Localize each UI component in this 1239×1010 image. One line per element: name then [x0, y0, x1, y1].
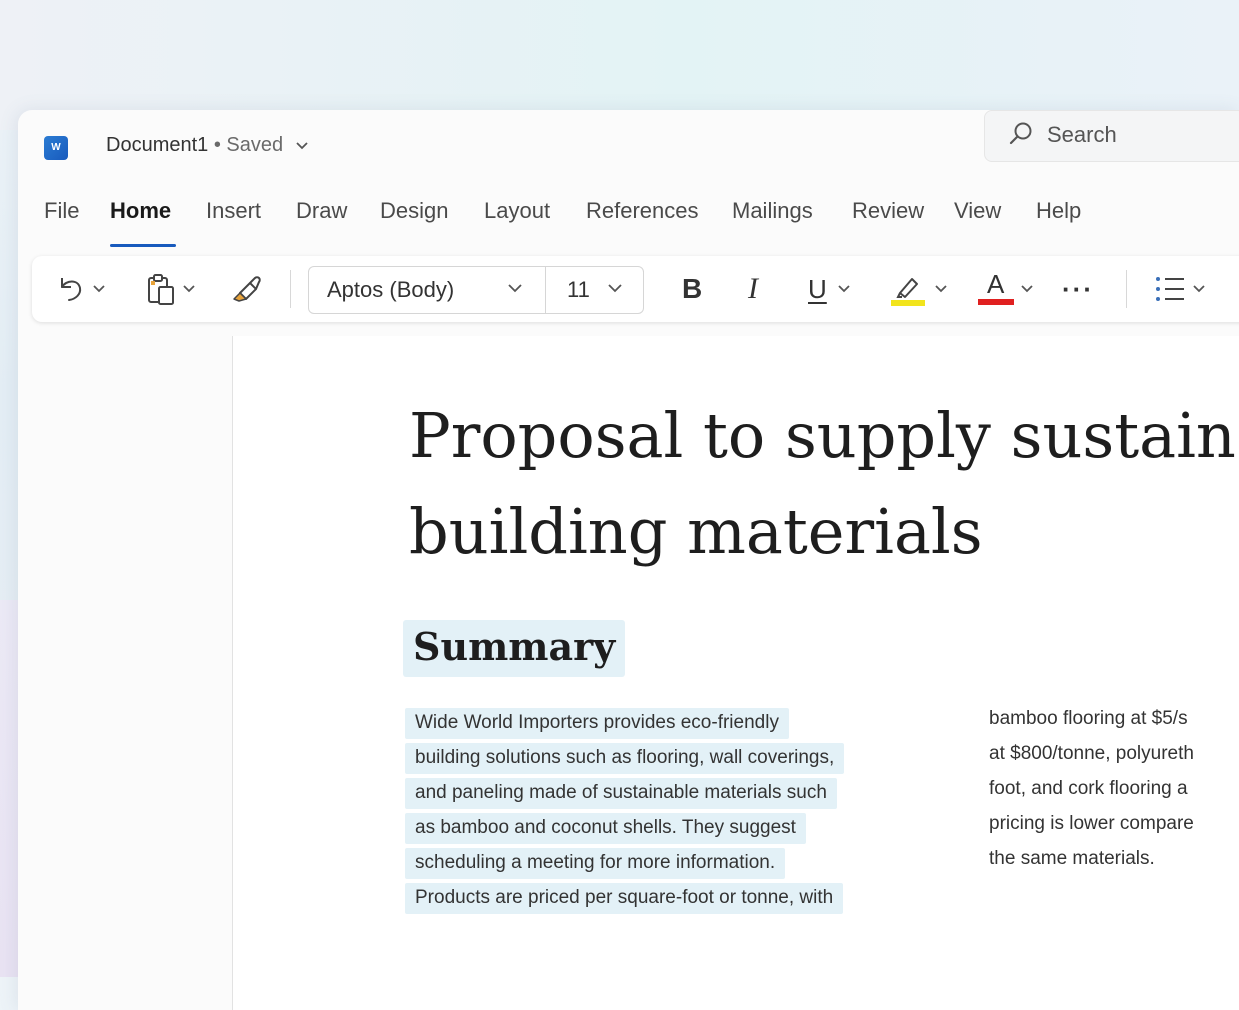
font-box-divider [545, 267, 546, 313]
tab-file[interactable]: File [44, 198, 79, 224]
chevron-down-icon [295, 134, 309, 157]
save-status: Saved [226, 134, 284, 156]
tab-design[interactable]: Design [380, 198, 448, 224]
body-line: and paneling made of sustainable materia… [405, 778, 837, 809]
body-line: foot, and cork flooring a [989, 778, 1188, 799]
highlight-button[interactable] [888, 256, 948, 322]
font-color-icon: A [978, 269, 1014, 309]
body-line: building solutions such as flooring, wal… [405, 743, 845, 774]
title-separator: • [213, 134, 221, 156]
tab-help[interactable]: Help [1036, 198, 1081, 224]
font-color-swatch [978, 299, 1014, 305]
font-color-button[interactable]: A [978, 256, 1034, 322]
tab-references[interactable]: References [586, 198, 699, 224]
section-heading: Summary [403, 620, 626, 677]
body-line: scheduling a meeting for more informatio… [405, 848, 786, 879]
bold-icon: B [682, 273, 703, 304]
search-placeholder: Search [1047, 122, 1117, 147]
bold-button[interactable]: B [682, 256, 702, 322]
clipboard-icon [144, 271, 180, 307]
body-line: bamboo flooring at $5/s [989, 708, 1188, 729]
word-app-icon: W [44, 136, 68, 160]
title-bar: W Document1 • Saved Search [18, 110, 1239, 182]
chevron-down-icon [507, 281, 523, 299]
italic-icon: I [748, 272, 758, 305]
font-name-dropdown[interactable]: Aptos (Body) 11 [308, 266, 644, 314]
tab-layout[interactable]: Layout [484, 198, 550, 224]
font-size-value[interactable]: 11 [567, 277, 590, 303]
document-name: Document1 [106, 134, 209, 156]
document-title: Proposal to supply sustain building mate… [409, 388, 1239, 580]
chevron-down-icon [92, 284, 106, 294]
chevron-down-icon [1020, 284, 1034, 294]
underline-button[interactable]: U [808, 256, 851, 322]
chevron-down-icon [182, 284, 196, 294]
tab-mailings[interactable]: Mailings [732, 198, 813, 224]
undo-icon [54, 272, 88, 306]
font-name-value: Aptos (Body) [327, 277, 455, 302]
body-line: pricing is lower compare [989, 813, 1194, 834]
highlighter-icon [888, 269, 928, 309]
italic-button[interactable]: I [748, 256, 758, 322]
more-options-button[interactable]: ··· [1062, 256, 1094, 322]
more-icon: ··· [1062, 273, 1094, 304]
title-line-1: Proposal to supply sustain [409, 399, 1236, 472]
toolbar-divider [290, 270, 291, 308]
toolbar-divider [1126, 270, 1127, 308]
background-edge [0, 600, 18, 977]
body-column-1: Wide World Importers provides eco-friend… [405, 708, 945, 918]
ribbon-tabs: File Home Insert Draw Design Layout Refe… [18, 198, 1239, 238]
active-tab-indicator [110, 244, 176, 247]
body-line: Wide World Importers provides eco-friend… [405, 708, 789, 739]
search-input[interactable]: Search [984, 110, 1239, 162]
paste-button[interactable] [144, 256, 196, 322]
underline-icon: U [808, 273, 827, 304]
bulleted-list-icon [1152, 271, 1188, 307]
chevron-down-icon [934, 284, 948, 294]
format-painter-button[interactable] [230, 256, 266, 322]
format-painter-icon [230, 271, 266, 307]
body-line: Products are priced per square-foot or t… [405, 883, 844, 914]
undo-button[interactable] [54, 256, 106, 322]
document-title-button[interactable]: Document1 • Saved [106, 134, 309, 157]
document-page[interactable]: Proposal to supply sustain building mate… [233, 336, 1239, 1010]
chevron-down-icon [837, 284, 851, 294]
tab-draw[interactable]: Draw [296, 198, 347, 224]
font-color-letter: A [987, 269, 1005, 299]
search-icon [1007, 120, 1035, 148]
tab-insert[interactable]: Insert [206, 198, 261, 224]
body-line: as bamboo and coconut shells. They sugge… [405, 813, 806, 844]
chevron-down-icon [1192, 284, 1206, 294]
body-line: the same materials. [989, 848, 1155, 869]
tab-review[interactable]: Review [852, 198, 924, 224]
body-line: at $800/tonne, polyureth [989, 743, 1194, 764]
word-window: W Document1 • Saved Search File Home Ins… [18, 110, 1239, 1010]
tab-home[interactable]: Home [110, 198, 171, 224]
tab-view[interactable]: View [954, 198, 1001, 224]
chevron-down-icon [607, 281, 623, 299]
body-column-2: bamboo flooring at $5/s at $800/tonne, p… [981, 704, 1239, 879]
ribbon-toolbar: Aptos (Body) 11 B I U A ··· [32, 256, 1239, 322]
title-line-2: building materials [409, 495, 983, 568]
bullets-button[interactable] [1152, 256, 1206, 322]
